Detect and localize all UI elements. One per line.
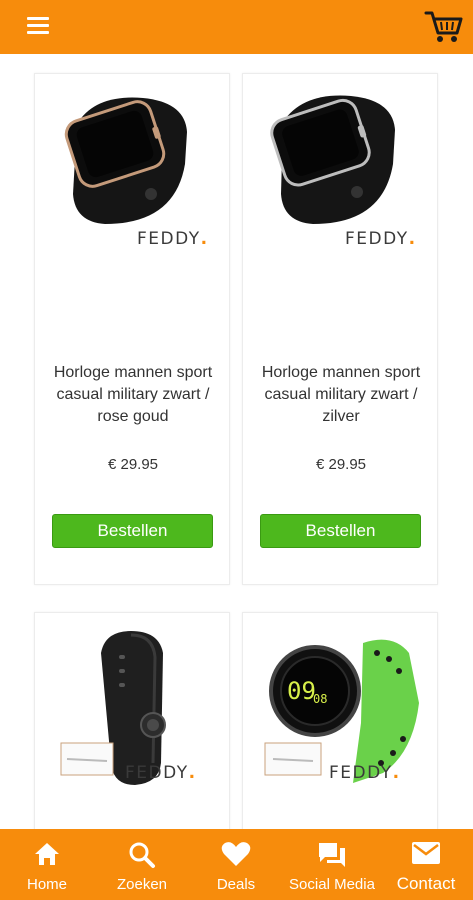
product-card[interactable]: FEDDY. Horloge mannen sport casual milit…	[34, 73, 230, 585]
shopping-cart-icon[interactable]	[424, 8, 464, 46]
svg-text:08: 08	[313, 692, 327, 706]
top-app-bar	[0, 0, 473, 54]
product-title[interactable]: Horloge mannen sport casual military zwa…	[253, 362, 429, 428]
product-image[interactable]: FEDDY.	[35, 74, 231, 264]
product-grid: FEDDY. Horloge mannen sport casual milit…	[0, 54, 473, 829]
nav-label-home: Home	[26, 876, 67, 893]
product-price: € 29.95	[107, 456, 159, 473]
app-screen: FEDDY. Horloge mannen sport casual milit…	[0, 0, 473, 900]
brand-logo: FEDDY.	[137, 229, 209, 249]
bottom-navigation: Home Zoeken Deals Social Media Contact	[0, 829, 473, 900]
nav-label-social-media: Social Media	[289, 876, 375, 893]
nav-item-contact[interactable]: Contact	[390, 829, 462, 900]
search-icon	[129, 842, 155, 868]
nav-label-zoeken: Zoeken	[116, 876, 168, 893]
nav-item-zoeken[interactable]: Zoeken	[108, 829, 176, 900]
brand-logo: FEDDY.	[345, 229, 417, 249]
product-image[interactable]: 09 08 FEDDY.	[243, 613, 439, 803]
order-button[interactable]: Bestellen	[260, 514, 421, 548]
hamburger-menu-icon[interactable]	[26, 14, 54, 38]
brand-logo: FEDDY.	[329, 763, 401, 783]
home-icon	[35, 843, 59, 865]
product-title[interactable]: Horloge mannen sport casual military zwa…	[45, 362, 221, 428]
chat-icon	[319, 843, 345, 867]
product-card[interactable]: FEDDY.	[34, 612, 230, 829]
nav-item-home[interactable]: Home	[18, 829, 76, 900]
product-card[interactable]: FEDDY. Horloge mannen sport casual milit…	[242, 73, 438, 585]
product-image[interactable]: FEDDY.	[243, 74, 439, 264]
heart-icon	[221, 842, 251, 866]
nav-label-contact: Contact	[396, 874, 456, 893]
brand-logo: FEDDY.	[125, 763, 197, 783]
product-price: € 29.95	[315, 456, 367, 473]
order-button[interactable]: Bestellen	[52, 514, 213, 548]
nav-label-deals: Deals	[216, 876, 256, 893]
svg-text:09: 09	[287, 677, 316, 705]
product-image[interactable]: FEDDY.	[35, 613, 231, 803]
product-card[interactable]: 09 08 FEDDY.	[242, 612, 438, 829]
nav-item-deals[interactable]: Deals	[208, 829, 264, 900]
mail-icon	[412, 842, 440, 864]
nav-item-social-media[interactable]: Social Media	[284, 829, 380, 900]
